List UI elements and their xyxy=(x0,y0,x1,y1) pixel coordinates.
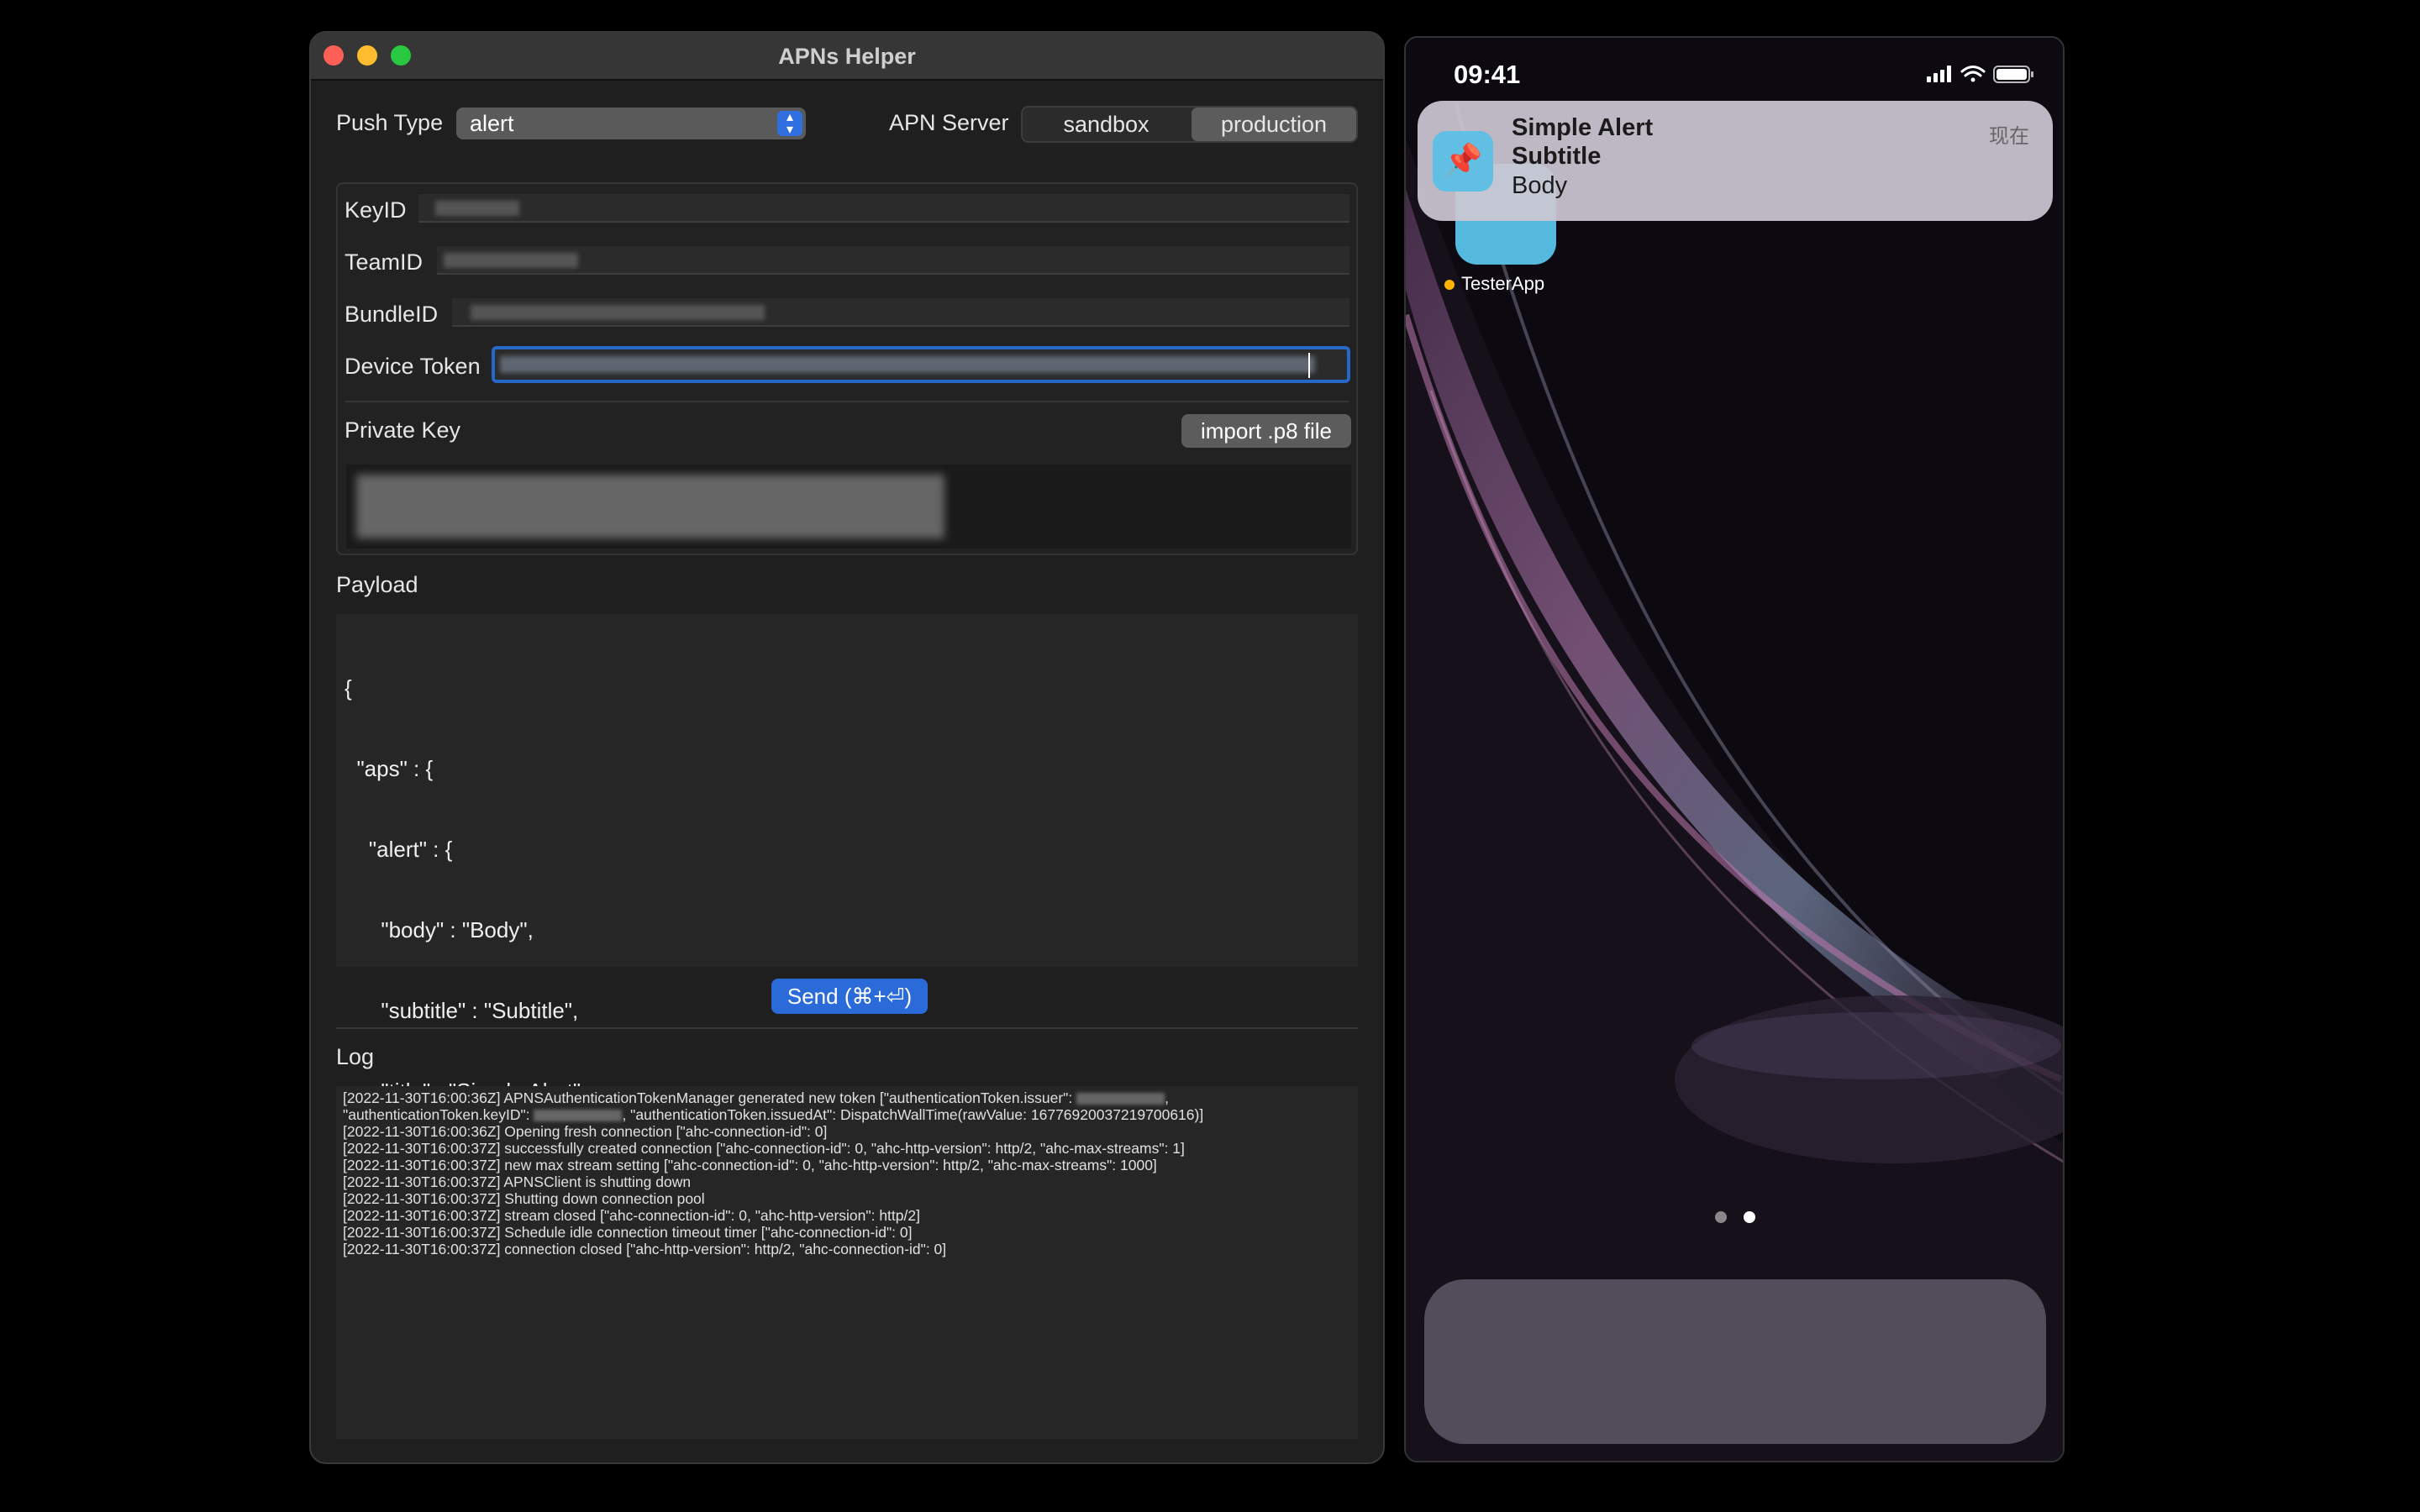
push-type-value: alert xyxy=(470,111,514,136)
payload-line: "alert" : { xyxy=(345,837,453,862)
import-p8-button[interactable]: import .p8 file xyxy=(1181,414,1351,448)
log-line: [2022-11-30T16:00:37Z] connection closed… xyxy=(343,1241,947,1257)
redacted-value xyxy=(534,1110,623,1122)
notification-time: 现在 xyxy=(1989,125,2029,148)
segment-sandbox[interactable]: sandbox xyxy=(1023,108,1190,141)
log-label: Log xyxy=(336,1044,375,1069)
segment-production[interactable]: production xyxy=(1192,108,1356,141)
private-key-label: Private Key xyxy=(345,417,461,443)
notification-banner[interactable]: 📌 Simple Alert Subtitle Body 现在 xyxy=(1418,101,2053,221)
payload-editor[interactable]: { "aps" : { "alert" : { "body" : "Body",… xyxy=(336,614,1358,1346)
send-button[interactable]: Send (⌘+⏎) xyxy=(771,979,928,1014)
redacted-value xyxy=(444,253,578,268)
key-id-label: KeyID xyxy=(345,197,407,223)
key-id-field[interactable] xyxy=(418,194,1349,223)
log-line: [2022-11-30T16:00:37Z] new max stream se… xyxy=(343,1157,1157,1173)
page-indicator-dot-active[interactable] xyxy=(1744,1211,1755,1223)
page-indicator-dot[interactable] xyxy=(1715,1211,1727,1223)
log-line: [2022-11-30T16:00:36Z] Opening fresh con… xyxy=(343,1123,828,1140)
notification-subtitle: Subtitle xyxy=(1512,143,1602,170)
wifi-icon xyxy=(1960,66,1986,82)
payload-label: Payload xyxy=(336,572,418,597)
pushpin-icon: 📌 xyxy=(1433,131,1493,192)
push-type-select[interactable]: alert ▴ ▾ xyxy=(456,108,806,139)
log-line: [2022-11-30T16:00:36Z] APNSAuthenticatio… xyxy=(343,1089,1169,1106)
chevron-up-down-icon: ▴ ▾ xyxy=(777,111,802,137)
payload-line: "body" : "Body", xyxy=(345,917,534,942)
apns-helper-window: APNs Helper Push Type alert ▴ ▾ APN Serve… xyxy=(309,31,1385,1464)
redacted-value xyxy=(1076,1093,1165,1105)
title-bar: APNs Helper xyxy=(311,33,1383,81)
divider xyxy=(345,401,1349,402)
push-type-label: Push Type xyxy=(336,110,444,135)
team-id-field[interactable] xyxy=(437,246,1349,275)
bundle-id-field[interactable] xyxy=(452,298,1349,327)
log-line: [2022-11-30T16:00:37Z] Schedule idle con… xyxy=(343,1224,913,1241)
redacted-value xyxy=(435,201,519,216)
apn-server-label: APN Server xyxy=(889,110,1009,135)
battery-icon xyxy=(1993,66,2033,83)
device-token-field[interactable] xyxy=(492,346,1350,383)
tester-app-label: TesterApp xyxy=(1444,273,1544,295)
payload-line: "subtitle" : "Subtitle", xyxy=(345,998,579,1023)
notification-title: Simple Alert xyxy=(1512,114,1654,141)
log-line: "authenticationToken.keyID": , "authenti… xyxy=(343,1106,1204,1123)
log-line: [2022-11-30T16:00:37Z] Shutting down con… xyxy=(343,1190,705,1207)
log-view[interactable]: [2022-11-30T16:00:36Z] APNSAuthenticatio… xyxy=(336,1086,1358,1439)
new-install-dot xyxy=(1444,280,1455,290)
redacted-private-key xyxy=(356,475,944,538)
redacted-value xyxy=(500,356,1315,373)
status-bar-time: 09:41 xyxy=(1454,60,1521,89)
window-title: APNs Helper xyxy=(778,44,916,69)
device-token-label: Device Token xyxy=(345,354,481,379)
log-line: [2022-11-30T16:00:37Z] stream closed ["a… xyxy=(343,1207,920,1224)
redacted-value xyxy=(471,305,765,320)
divider xyxy=(336,1027,1358,1029)
notification-body: Body xyxy=(1512,172,1568,199)
dock xyxy=(1424,1279,2046,1444)
log-line: [2022-11-30T16:00:37Z] APNSClient is shu… xyxy=(343,1173,692,1190)
status-icons xyxy=(1927,66,2033,83)
payload-line: "aps" : { xyxy=(345,756,434,781)
payload-line: { xyxy=(345,675,352,701)
private-key-editor[interactable] xyxy=(346,465,1351,549)
cellular-signal-icon xyxy=(1927,66,1951,82)
text-cursor xyxy=(1308,353,1310,378)
apn-server-segmented-control: sandbox production xyxy=(1021,106,1358,143)
iphone-simulator: 09:41 TesterApp 📌 Simple Alert Subtitle … xyxy=(1404,36,2065,1462)
log-line: [2022-11-30T16:00:37Z] successfully crea… xyxy=(343,1140,1185,1157)
team-id-label: TeamID xyxy=(345,249,424,275)
bundle-id-label: BundleID xyxy=(345,302,439,327)
